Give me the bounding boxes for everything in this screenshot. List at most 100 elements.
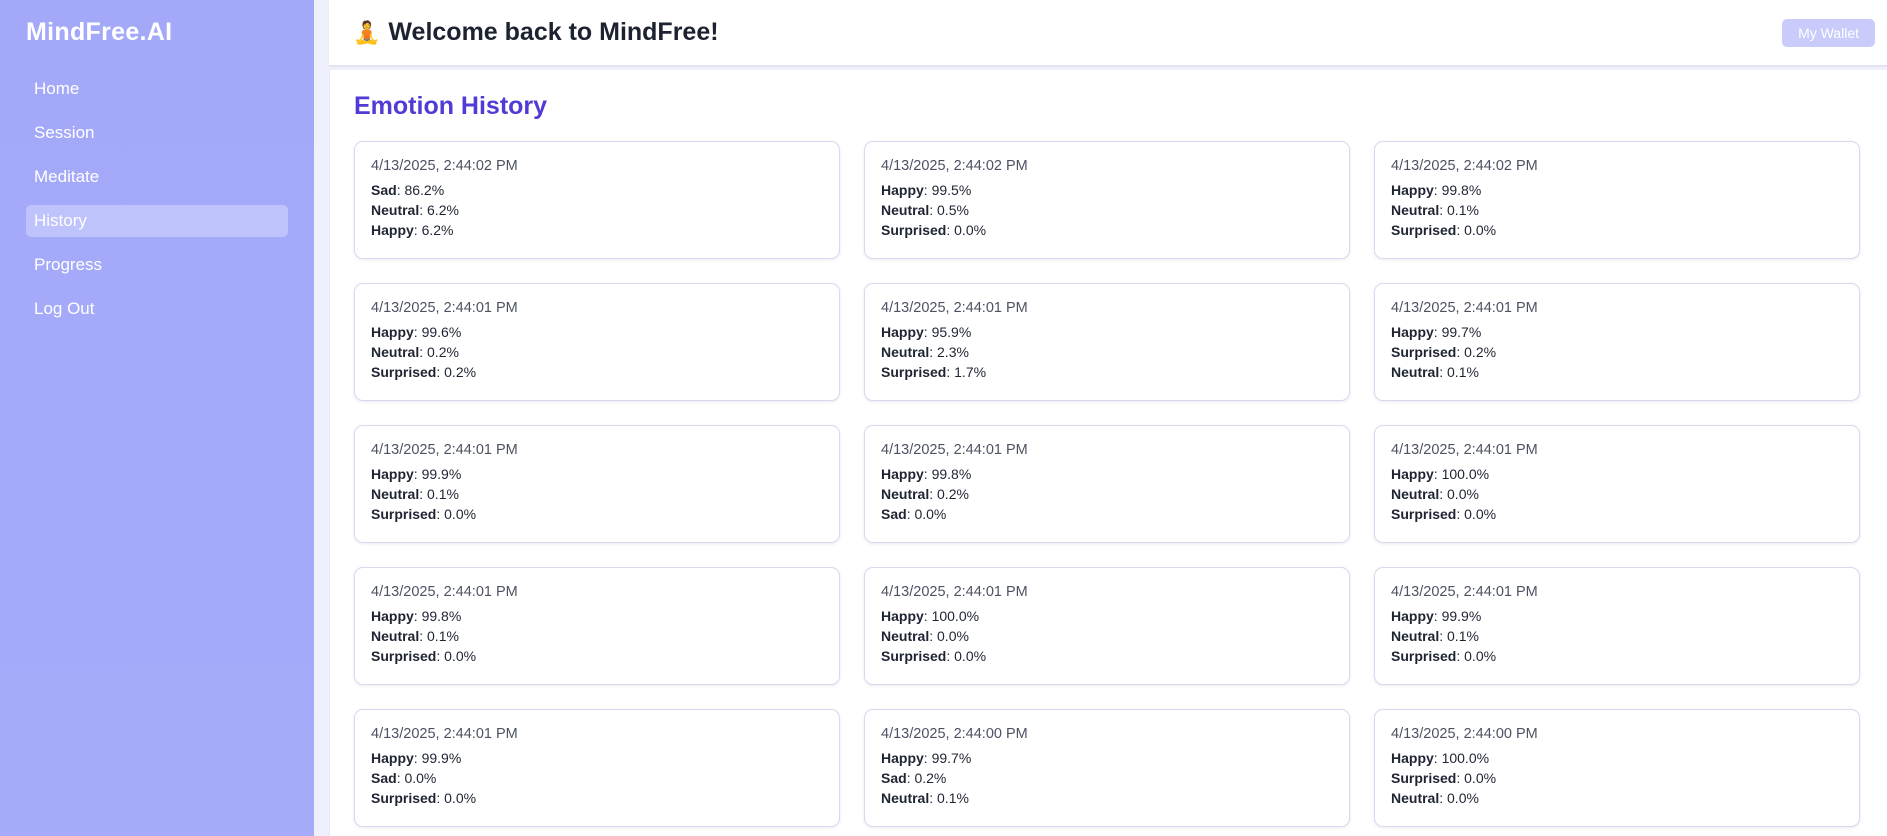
history-card: 4/13/2025, 2:44:01 PM Happy: 99.9% Neutral… — [1374, 567, 1860, 685]
emotion-name: Happy — [1391, 182, 1434, 198]
sidebar-item-progress[interactable]: Progress — [26, 249, 288, 281]
history-card: 4/13/2025, 2:44:01 PM Happy: 99.9% Neutral… — [354, 425, 840, 543]
emotion-name: Happy — [371, 324, 414, 340]
emotion-separator: : — [1439, 790, 1448, 806]
emotion-separator: : — [413, 466, 422, 482]
emotion-row: Neutral: 0.1% — [1391, 200, 1843, 220]
brand-logo[interactable]: MindFree.AI — [26, 18, 288, 47]
emotion-row: Happy: 99.8% — [881, 464, 1333, 484]
emotion-separator: : — [1456, 648, 1465, 664]
card-timestamp: 4/13/2025, 2:44:01 PM — [881, 584, 1028, 600]
emotion-separator: : — [413, 222, 422, 238]
emotion-value: 0.2% — [427, 344, 459, 360]
emotion-name: Neutral — [1391, 364, 1440, 380]
emotion-row: Neutral: 0.2% — [881, 484, 1333, 504]
history-card: 4/13/2025, 2:44:00 PM Happy: 100.0% Surpri… — [1374, 709, 1860, 827]
emotion-name: Happy — [881, 466, 924, 482]
emotion-separator: : — [929, 486, 938, 502]
emotion-name: Surprised — [371, 364, 437, 380]
emotion-value: 0.0% — [444, 648, 477, 664]
emotion-value: 99.9% — [421, 750, 462, 766]
history-card: 4/13/2025, 2:44:01 PM Happy: 100.0% Neutra… — [1374, 425, 1860, 543]
emotion-name: Neutral — [371, 628, 420, 644]
emotion-row: Sad: 0.0% — [371, 768, 823, 788]
history-card: 4/13/2025, 2:44:01 PM Happy: 99.7% Surpris… — [1374, 283, 1860, 401]
emotion-separator: : — [1433, 608, 1442, 624]
emotion-separator: : — [946, 648, 955, 664]
emotion-row: Happy: 99.8% — [1391, 180, 1843, 200]
emotion-separator: : — [946, 222, 955, 238]
emotion-row: Surprised: 0.0% — [881, 646, 1333, 666]
emotion-row: Happy: 99.5% — [881, 180, 1333, 200]
emotion-name: Neutral — [1391, 486, 1440, 502]
emotion-separator: : — [1439, 364, 1448, 380]
emotion-value: 99.8% — [931, 466, 972, 482]
sidebar-item-logout[interactable]: Log Out — [26, 293, 288, 325]
emotion-name: Neutral — [1391, 202, 1440, 218]
my-wallet-button[interactable]: My Wallet — [1782, 18, 1875, 47]
emotion-value: 0.0% — [444, 790, 477, 806]
emotion-name: Surprised — [371, 648, 437, 664]
emotion-row: Neutral: 0.0% — [1391, 788, 1843, 808]
emotion-value: 0.0% — [1464, 506, 1497, 522]
emotion-value: 0.5% — [937, 202, 969, 218]
meditation-emoji-icon: 🧘 — [353, 19, 381, 45]
card-timestamp: 4/13/2025, 2:44:00 PM — [881, 726, 1028, 742]
emotion-value: 0.0% — [404, 770, 437, 786]
emotion-separator: : — [436, 648, 445, 664]
emotion-name: Neutral — [1391, 790, 1440, 806]
emotion-separator: : — [419, 202, 428, 218]
emotion-name: Neutral — [881, 344, 930, 360]
sidebar-item-home[interactable]: Home — [26, 73, 288, 105]
welcome-text: Welcome back to MindFree! — [388, 18, 719, 46]
emotion-value: 0.0% — [1447, 790, 1479, 806]
sidebar: MindFree.AI Home Session Meditate Histor… — [0, 0, 314, 836]
emotion-value: 0.1% — [1447, 628, 1479, 644]
card-timestamp: 4/13/2025, 2:44:01 PM — [1391, 584, 1538, 600]
emotion-row: Surprised: 0.2% — [1391, 342, 1843, 362]
emotion-name: Happy — [881, 608, 924, 624]
emotion-value: 2.3% — [937, 344, 969, 360]
sidebar-item-meditate[interactable]: Meditate — [26, 161, 288, 193]
sidebar-item-session[interactable]: Session — [26, 117, 288, 149]
sidebar-item-history[interactable]: History — [26, 205, 288, 237]
card-timestamp: 4/13/2025, 2:44:02 PM — [371, 158, 518, 174]
emotion-name: Surprised — [1391, 222, 1457, 238]
card-timestamp: 4/13/2025, 2:44:01 PM — [371, 726, 518, 742]
emotion-value: 0.1% — [1447, 364, 1479, 380]
emotion-row: Neutral: 0.1% — [371, 484, 823, 504]
emotion-name: Happy — [371, 608, 414, 624]
emotion-row: Happy: 100.0% — [1391, 464, 1843, 484]
emotion-history-section: Emotion History 4/13/2025, 2:44:02 PM Sad… — [329, 70, 1887, 836]
emotion-value: 0.0% — [444, 506, 477, 522]
emotion-row: Neutral: 2.3% — [881, 342, 1333, 362]
emotion-value: 99.7% — [931, 750, 972, 766]
emotion-separator: : — [1439, 628, 1448, 644]
emotion-row: Neutral: 0.0% — [881, 626, 1333, 646]
emotion-separator: : — [413, 608, 422, 624]
emotion-row: Surprised: 0.0% — [881, 220, 1333, 240]
card-timestamp: 4/13/2025, 2:44:01 PM — [371, 300, 518, 316]
emotion-separator: : — [413, 324, 422, 340]
emotion-value: 99.5% — [931, 182, 972, 198]
emotion-row: Sad: 86.2% — [371, 180, 823, 200]
emotion-value: 95.9% — [931, 324, 972, 340]
emotion-name: Sad — [881, 770, 907, 786]
emotion-row: Happy: 99.9% — [371, 464, 823, 484]
emotion-value: 0.0% — [1464, 648, 1497, 664]
emotion-value: 99.9% — [421, 466, 462, 482]
emotion-row: Sad: 0.0% — [881, 504, 1333, 524]
emotion-separator: : — [436, 364, 445, 380]
emotion-row: Neutral: 0.5% — [881, 200, 1333, 220]
emotion-name: Happy — [1391, 324, 1434, 340]
card-timestamp: 4/13/2025, 2:44:02 PM — [1391, 158, 1538, 174]
history-card: 4/13/2025, 2:44:01 PM Happy: 99.8% Neutral… — [864, 425, 1350, 543]
emotion-value: 0.0% — [1464, 222, 1497, 238]
emotion-row: Happy: 100.0% — [1391, 748, 1843, 768]
emotion-name: Happy — [371, 466, 414, 482]
emotion-value: 1.7% — [954, 364, 987, 380]
history-card: 4/13/2025, 2:44:00 PM Happy: 99.7% Sad: 0.… — [864, 709, 1350, 827]
emotion-name: Happy — [881, 750, 924, 766]
emotion-separator: : — [1439, 486, 1448, 502]
emotion-value: 0.1% — [427, 628, 459, 644]
